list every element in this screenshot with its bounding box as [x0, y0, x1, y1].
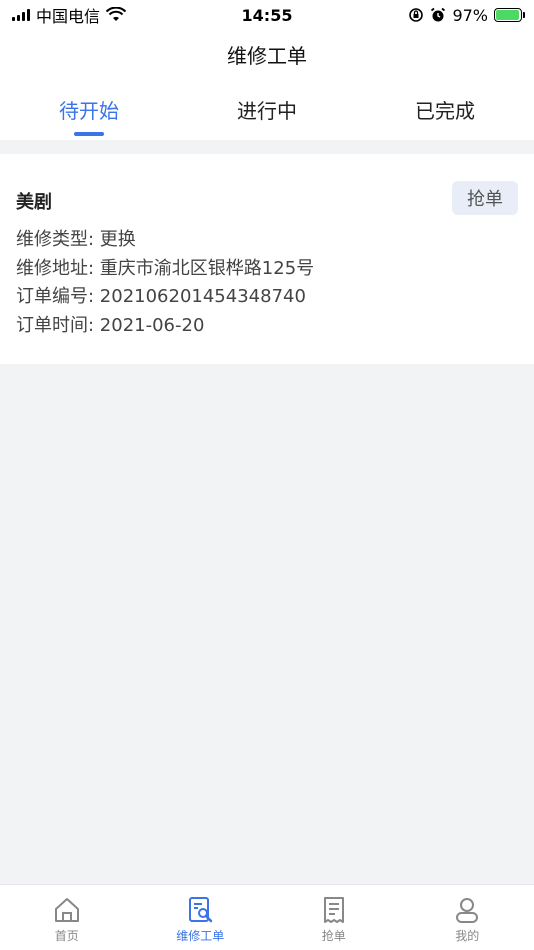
tab-completed[interactable]: 已完成: [356, 78, 534, 140]
bottom-tab-bar: 首页 维修工单 抢单 我的: [0, 884, 534, 950]
page-title: 维修工单: [227, 43, 307, 68]
nav-profile[interactable]: 我的: [401, 885, 534, 950]
nav-profile-label: 我的: [455, 929, 480, 943]
status-left: 中国电信: [12, 3, 408, 27]
order-card[interactable]: 美剧 抢单 维修类型: 更换 维修地址: 重庆市渝北区银桦路125号 订单编号:…: [0, 154, 534, 364]
repair-address-row: 维修地址: 重庆市渝北区银桦路125号: [16, 257, 315, 279]
repair-order-icon: [189, 897, 213, 923]
nav-repair-orders-label: 维修工单: [176, 929, 225, 943]
status-tabs: 待开始 进行中 已完成: [0, 78, 534, 140]
nav-home-label: 首页: [54, 929, 79, 943]
nav-grab-orders-label: 抢单: [321, 929, 346, 943]
tab-in-progress[interactable]: 进行中: [178, 78, 356, 140]
profile-icon: [456, 898, 479, 923]
order-title: 美剧: [16, 192, 52, 213]
battery-percent: 97%: [452, 5, 488, 25]
receipt-icon: [323, 897, 344, 923]
home-icon: [54, 898, 79, 922]
signal-icon: [12, 9, 30, 21]
order-number-row: 订单编号: 202106201454348740: [16, 286, 306, 307]
status-right: 97%: [408, 5, 525, 25]
nav-repair-orders[interactable]: 维修工单: [134, 885, 268, 950]
battery-icon: [494, 8, 525, 22]
orientation-lock-icon: [409, 8, 424, 22]
battery-fill: [496, 10, 520, 20]
grab-order-button[interactable]: 抢单: [452, 181, 518, 215]
order-info: 维修类型: 更换 维修地址: 重庆市渝北区银桦路125号 订单编号: 20210…: [16, 226, 518, 340]
tab-pending-label: 待开始: [59, 98, 119, 123]
page-header: 维修工单: [0, 30, 534, 78]
order-time-row: 订单时间: 2021-06-20: [16, 314, 205, 336]
nav-grab-orders[interactable]: 抢单: [267, 885, 401, 950]
repair-type-row: 维修类型: 更换: [16, 229, 136, 250]
carrier-label: 中国电信: [36, 7, 101, 26]
nav-home[interactable]: 首页: [0, 885, 134, 950]
wifi-icon: [106, 7, 127, 21]
alarm-icon: [431, 7, 446, 22]
tab-in-progress-label: 进行中: [237, 98, 297, 123]
tab-completed-label: 已完成: [415, 98, 475, 123]
tab-pending[interactable]: 待开始: [0, 78, 178, 140]
status-bar: 中国电信 14:55 97%: [0, 0, 534, 30]
active-tab-indicator: [74, 132, 104, 136]
